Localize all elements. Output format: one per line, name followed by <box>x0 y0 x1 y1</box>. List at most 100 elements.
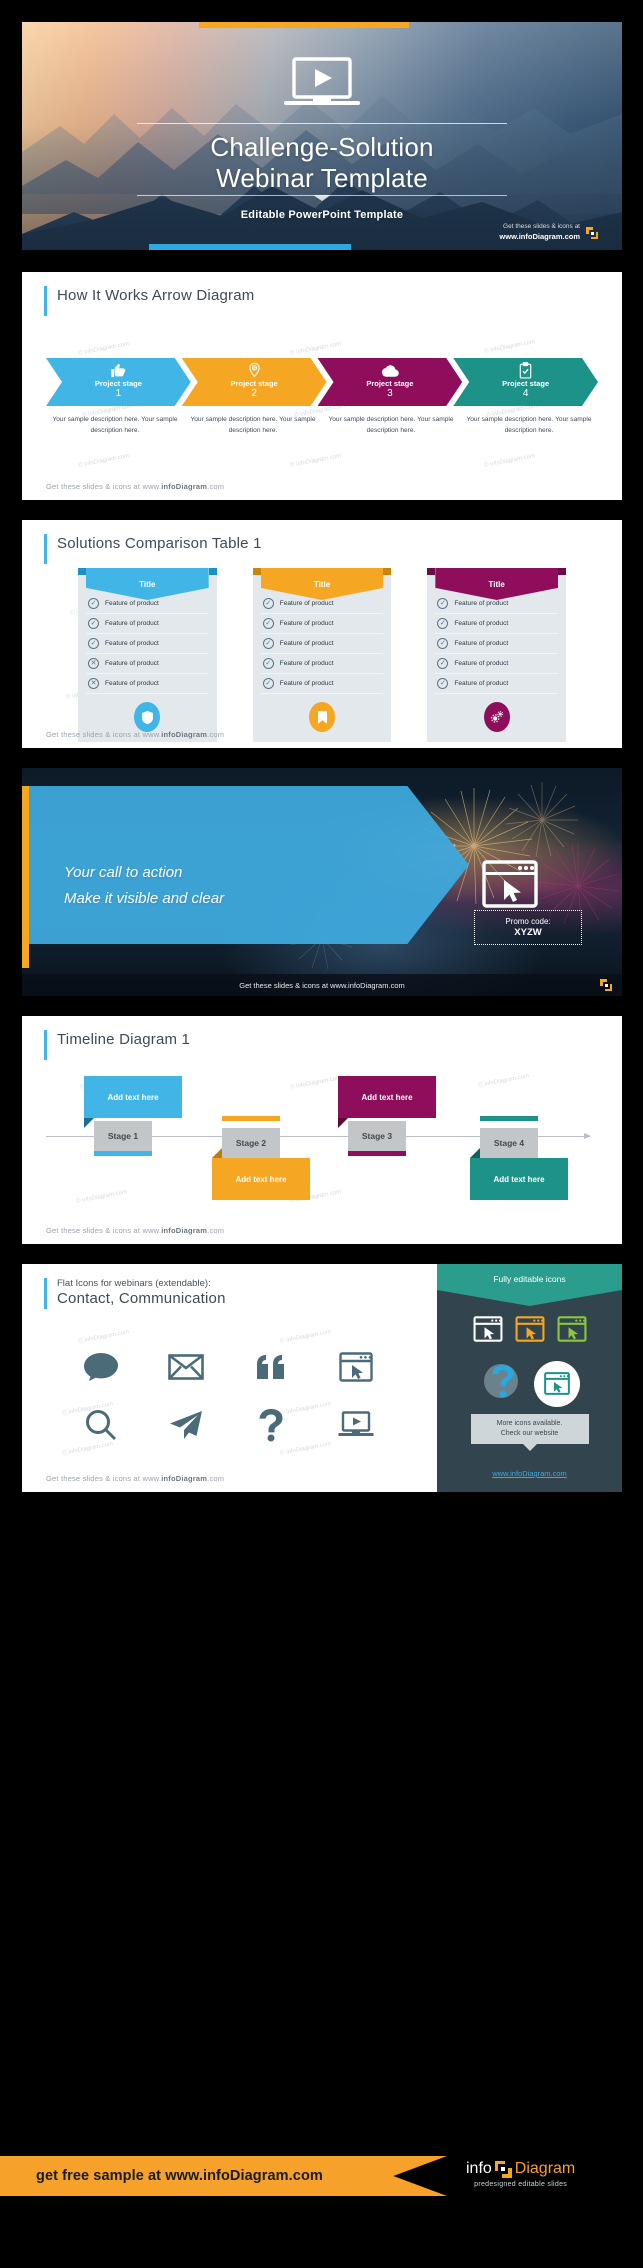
infodiagram-logo[interactable]: info Diagram predesigned editable slides <box>466 2160 575 2188</box>
timeline-stage-label[interactable]: Stage 1 <box>94 1121 152 1151</box>
comparison-column-1[interactable]: Title ✓ Feature of product ✓ Feature of pr… <box>78 568 217 742</box>
arrow-stage-number: 4 <box>522 388 529 400</box>
timeline-stage-label[interactable]: Stage 3 <box>348 1121 406 1151</box>
slide-flat-icons[interactable]: Flat Icons for webinars (extendable): Co… <box>22 1264 622 1492</box>
watermark: © infoDiagram.com <box>483 453 536 469</box>
feature-row: ✕ Feature of product <box>86 654 209 674</box>
timeline: Add text here Stage 1 Stage 2 Add text h… <box>46 1072 598 1202</box>
infodiagram-logo-icon <box>494 2160 512 2178</box>
feature-label: Feature of product <box>279 660 334 667</box>
promo-code-value: XYZW <box>514 927 542 938</box>
check-icon: ✓ <box>88 638 99 649</box>
cloud-icon <box>381 362 399 379</box>
timeline-text-box[interactable]: Add text here <box>470 1158 568 1200</box>
accent-rule <box>44 1030 47 1060</box>
timeline-fold <box>338 1118 348 1128</box>
arrow-stage-2[interactable]: Project stage 2 <box>182 358 327 406</box>
timeline-stage-label[interactable]: Stage 4 <box>480 1128 538 1158</box>
page-title: Contact, Communication <box>57 1290 226 1307</box>
feature-label: Feature of product <box>279 620 334 627</box>
clipboard-check-icon <box>519 362 532 379</box>
arrow-stage-label: Project stage <box>366 379 414 388</box>
timeline-fold <box>84 1118 94 1128</box>
quote-icon[interactable] <box>228 1338 313 1396</box>
browser-cursor-icon-circle[interactable] <box>533 1360 580 1407</box>
timeline-text-box[interactable]: Add text here <box>212 1158 310 1200</box>
slide-footer-note[interactable]: Get these slides & icons at www.infoDiag… <box>46 730 224 739</box>
footer-bold: infoDiagram <box>161 730 208 739</box>
cross-icon: ✕ <box>88 678 99 689</box>
comparison-column-3[interactable]: Title ✓ Feature of product ✓ Feature of pr… <box>427 568 567 742</box>
watermark: © infoDiagram.com <box>483 339 536 355</box>
cta-line-1: Your call to action <box>64 864 183 881</box>
logo-tagline: predesigned editable slides <box>474 2181 568 2188</box>
ribbon-fold-left <box>427 568 436 575</box>
arrow-stage-4[interactable]: Project stage 4 <box>453 358 598 406</box>
slide-footer-dark[interactable]: Get these slides & icons at www.infoDiag… <box>22 974 622 996</box>
footer-post: .com <box>207 482 225 491</box>
slide-footer-note[interactable]: Get these slides & icons at www.infoDiag… <box>46 482 224 491</box>
comparison-column-2[interactable]: Title ✓ Feature of product ✓ Feature of pr… <box>252 568 392 742</box>
timeline-tab <box>348 1151 406 1156</box>
title-divider-bottom <box>137 195 507 196</box>
slide5-title-bar: Timeline Diagram 1 <box>22 1016 622 1060</box>
banner-ribbon[interactable]: get free sample at www.infoDiagram.com <box>0 2156 447 2196</box>
feature-label: Feature of product <box>279 680 334 687</box>
brand-footer[interactable]: Get these slides & icons at www.infoDiag… <box>499 223 598 243</box>
ribbon-fold-right <box>208 568 217 575</box>
comparison-columns: Title ✓ Feature of product ✓ Feature of pr… <box>78 568 567 742</box>
speech-bubble-icon[interactable] <box>58 1338 143 1396</box>
envelope-icon[interactable] <box>143 1338 228 1396</box>
arrow-stage-3[interactable]: Project stage 3 <box>318 358 463 406</box>
arrow-stage-1[interactable]: Project stage 1 <box>46 358 191 406</box>
check-icon: ✓ <box>88 618 99 629</box>
check-icon: ✓ <box>437 658 449 669</box>
browser-cursor-icon-orange[interactable] <box>515 1316 545 1347</box>
slide-title[interactable]: Challenge-Solution Webinar Template Edit… <box>22 22 622 250</box>
check-icon: ✓ <box>437 638 449 649</box>
website-link[interactable]: www.infoDiagram.com <box>437 1469 622 1478</box>
icon-color-tiles <box>437 1316 622 1347</box>
feature-label: Feature of product <box>454 680 509 687</box>
feature-row: ✓ Feature of product <box>435 614 559 634</box>
slide-footer-note[interactable]: Get these slides & icons at www.infoDiag… <box>46 1226 224 1235</box>
promo-code-box[interactable]: Promo code: XYZW <box>474 910 582 945</box>
feature-row: ✓ Feature of product <box>86 614 209 634</box>
footer-text: Get these slides & icons at www.infoDiag… <box>239 980 405 990</box>
timeline-stage-label[interactable]: Stage 2 <box>222 1128 280 1158</box>
slide-deck-preview: Challenge-Solution Webinar Template Edit… <box>0 0 643 2268</box>
browser-cursor-icon <box>482 860 538 913</box>
slide2-title-bar: How It Works Arrow Diagram <box>22 272 622 316</box>
browser-cursor-icon-white[interactable] <box>473 1316 503 1347</box>
accent-rule <box>44 1278 47 1310</box>
bookmark-icon <box>309 702 335 732</box>
page-title: Timeline Diagram 1 <box>57 1031 191 1048</box>
slide-comparison-table[interactable]: Solutions Comparison Table 1 © infoDiagr… <box>22 520 622 748</box>
feature-label: Feature of product <box>454 620 509 627</box>
feature-row: ✓ Feature of product <box>260 634 384 654</box>
footer-pre: Get these slides & icons at www. <box>46 730 162 739</box>
footer-pre: Get these slides & icons at www. <box>46 1474 162 1483</box>
logo-diagram-text: Diagram <box>514 2160 576 2177</box>
watermark: © infoDiagram.com <box>289 341 342 357</box>
slide-call-to-action[interactable]: Your call to action Make it visible and … <box>22 768 622 996</box>
search-icon[interactable] <box>58 1396 143 1454</box>
question-mark-icon-duotone[interactable] <box>480 1358 526 1409</box>
accent-rule <box>44 286 47 316</box>
arrow-stage-label: Project stage <box>230 379 278 388</box>
check-icon: ✓ <box>437 598 449 609</box>
slide-timeline-diagram[interactable]: Timeline Diagram 1 © infoDiagram.com © i… <box>22 1016 622 1244</box>
paper-plane-icon[interactable] <box>143 1396 228 1454</box>
slide-footer-note[interactable]: Get these slides & icons at www.infoDiag… <box>46 1474 224 1483</box>
ribbon-fold-left <box>78 568 86 575</box>
browser-cursor-icon-green[interactable] <box>557 1316 587 1347</box>
browser-cursor-icon[interactable] <box>313 1338 398 1396</box>
slide-arrow-diagram[interactable]: How It Works Arrow Diagram © infoDiagram… <box>22 272 622 500</box>
slide6-title-group: Flat Icons for webinars (extendable): Co… <box>57 1278 226 1309</box>
bottom-promo-banner[interactable]: get free sample at www.infoDiagram.com i… <box>0 2148 643 2204</box>
question-mark-icon[interactable] <box>228 1396 313 1454</box>
feature-label: Feature of product <box>105 660 159 667</box>
timeline-text-box[interactable]: Add text here <box>338 1076 436 1118</box>
timeline-text-box[interactable]: Add text here <box>84 1076 182 1118</box>
laptop-play-icon[interactable] <box>313 1396 398 1454</box>
